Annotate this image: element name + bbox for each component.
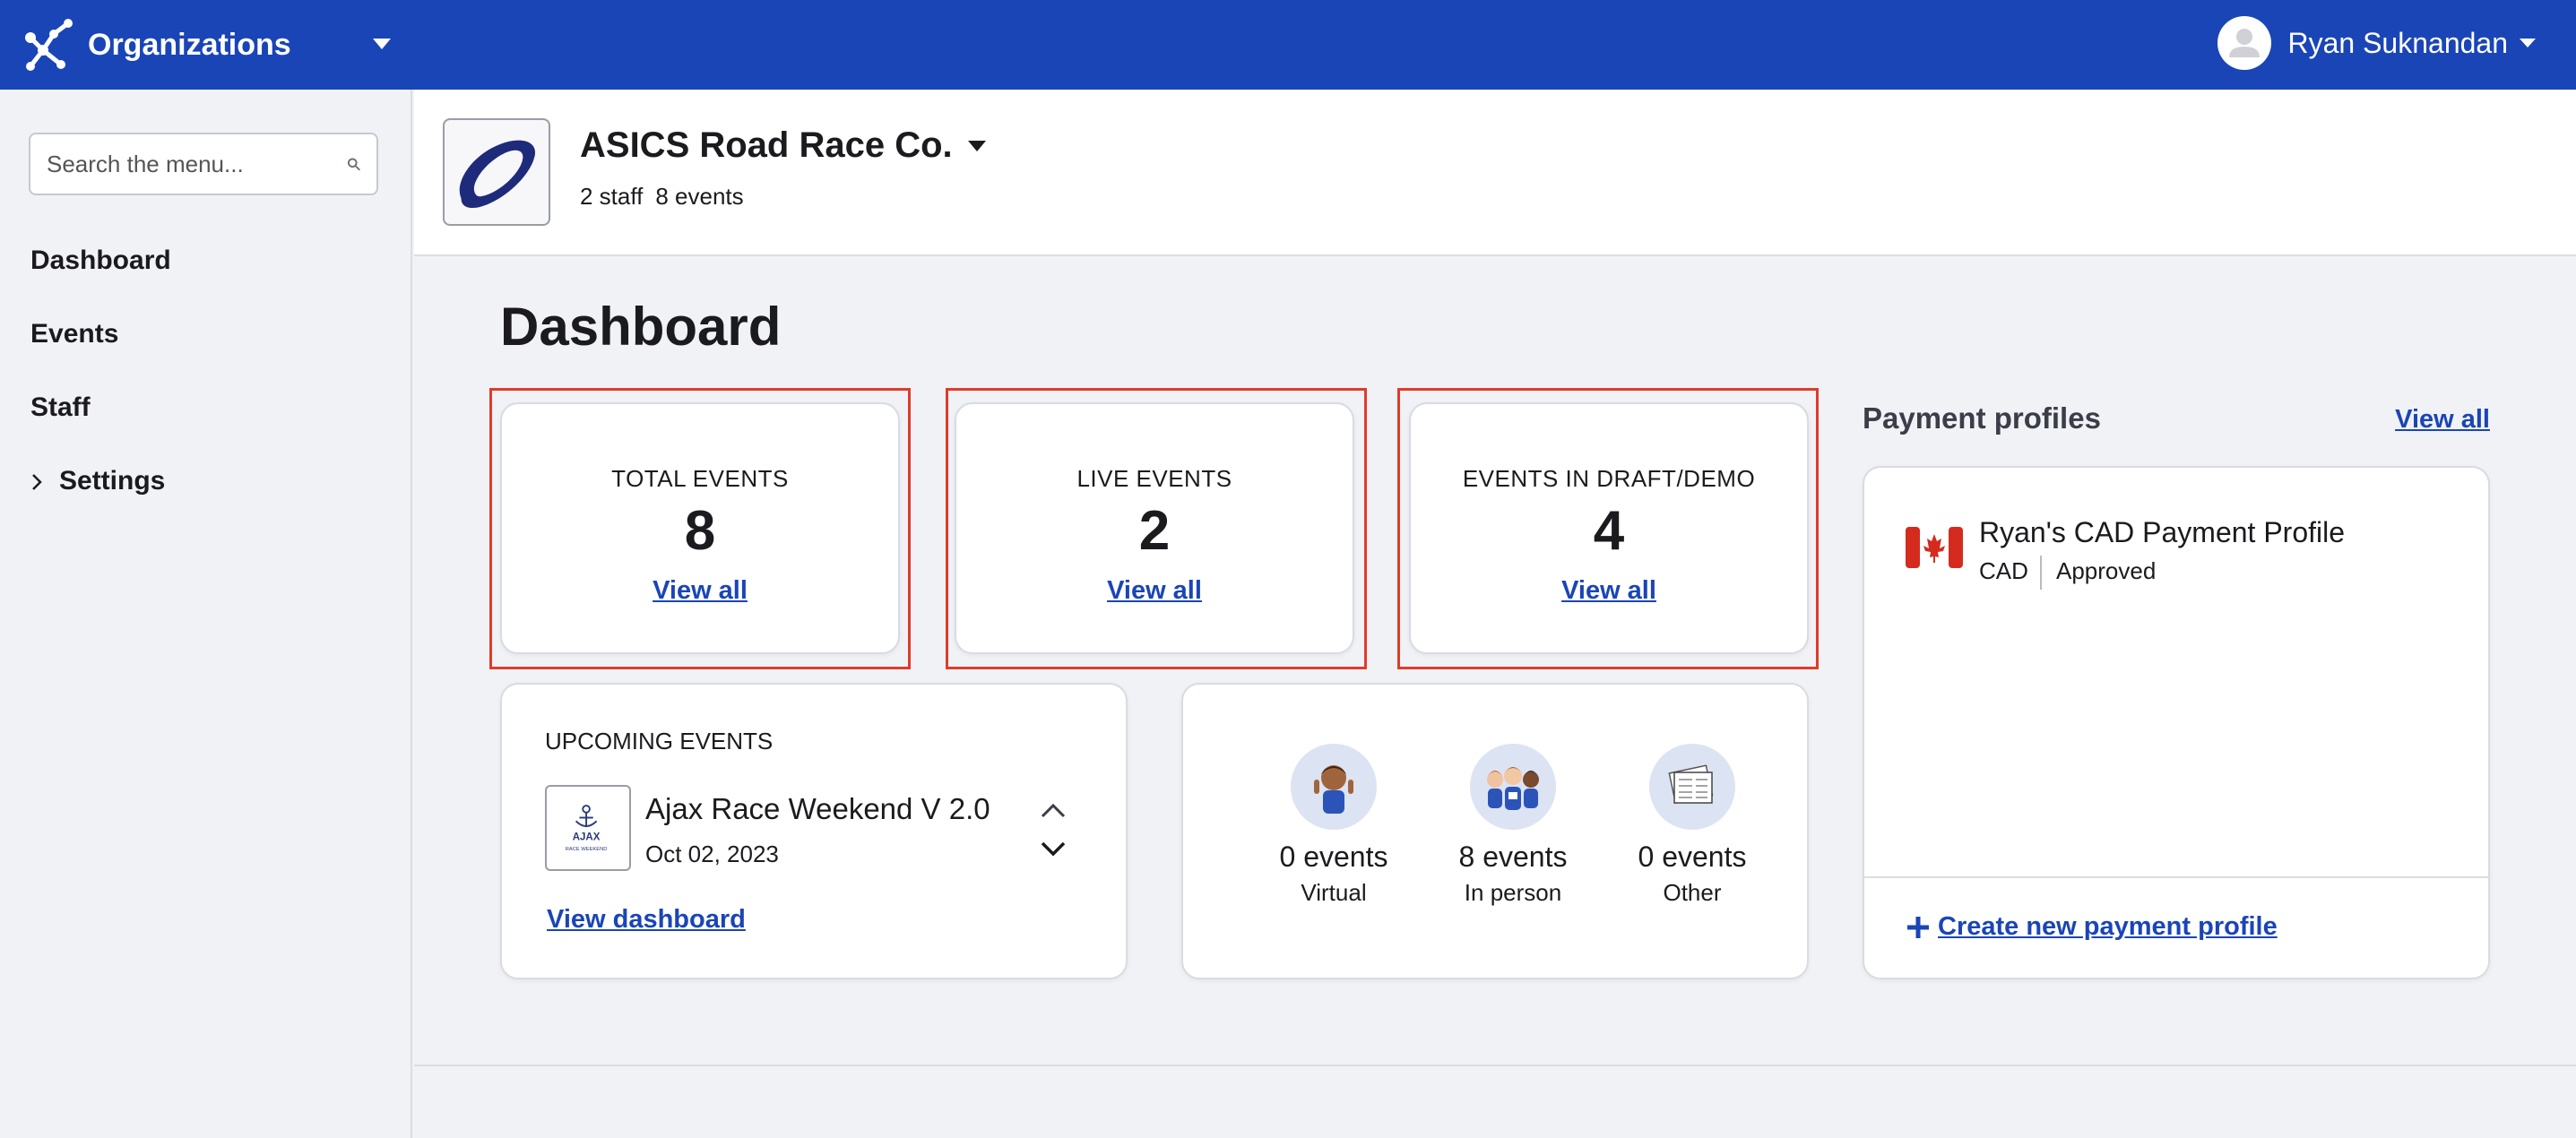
- divider: [2040, 556, 2042, 590]
- event-types-card: 0 events Virtual 8 events In person 0 ev…: [1181, 683, 1809, 979]
- sidebar-item-settings[interactable]: Settings: [30, 462, 171, 536]
- event-logo-subtext: RACE WEEKEND: [566, 847, 608, 852]
- staff-count: 2 staff: [580, 183, 644, 210]
- sidebar-item-staff[interactable]: Staff: [30, 389, 171, 462]
- chevron-up-icon[interactable]: [1040, 801, 1067, 819]
- draft-events-card: EVENTS IN DRAFT/DEMO 4 View all: [1409, 402, 1809, 654]
- sidebar-item-events[interactable]: Events: [30, 315, 171, 389]
- user-menu[interactable]: Ryan Suknandan: [2217, 14, 2537, 72]
- upcoming-events-label: UPCOMING EVENTS: [545, 728, 774, 754]
- divider: [1864, 876, 2488, 878]
- upcoming-events-card: UPCOMING EVENTS AJAX RACE WEEKEND Ajax R…: [500, 683, 1128, 979]
- stat-label: LIVE EVENTS: [1076, 465, 1232, 492]
- page-title: Dashboard: [500, 297, 782, 357]
- sidebar-item-label: Dashboard: [30, 246, 171, 275]
- sidebar-item-label: Settings: [59, 466, 166, 496]
- stat-value: 2: [1138, 500, 1171, 562]
- category-virtual: 0 events Virtual: [1253, 744, 1414, 907]
- menu-search-box: [29, 133, 378, 195]
- user-avatar-icon: [2217, 16, 2272, 70]
- event-date: Oct 02, 2023: [645, 841, 779, 867]
- sidebar: Dashboard Events Staff Settings: [0, 90, 412, 1138]
- create-payment-profile-label: Create new payment profile: [1938, 912, 2278, 941]
- event-logo: AJAX RACE WEEKEND: [545, 785, 631, 871]
- runner-waving-icon: [1291, 744, 1377, 830]
- stat-label: TOTAL EVENTS: [611, 465, 789, 492]
- category-label: Other: [1663, 879, 1722, 906]
- organization-switcher[interactable]: ASICS Road Race Co.: [580, 125, 987, 166]
- user-name: Ryan Suknandan: [2287, 26, 2508, 59]
- sidebar-item-dashboard[interactable]: Dashboard: [30, 242, 171, 315]
- search-icon[interactable]: [347, 153, 360, 175]
- stat-label: EVENTS IN DRAFT/DEMO: [1462, 465, 1756, 492]
- payment-profile-name: Ryan's CAD Payment Profile: [1979, 516, 2346, 548]
- top-navigation-bar: Organizations Ryan Suknandan: [0, 0, 2576, 90]
- view-all-payment-profiles-link[interactable]: View all: [2395, 405, 2490, 435]
- payment-profile-currency: CAD: [1979, 557, 2028, 584]
- events-count: 8 events: [655, 183, 744, 210]
- category-in-person: 8 events In person: [1432, 744, 1594, 907]
- category-count: 8 events: [1458, 841, 1568, 873]
- menu-search-input[interactable]: [47, 150, 347, 178]
- organizations-menu[interactable]: Organizations: [23, 16, 291, 73]
- create-payment-profile-link[interactable]: Create new payment profile: [1906, 912, 2278, 942]
- view-dashboard-link[interactable]: View dashboard: [547, 905, 746, 935]
- payment-profiles-title: Payment profiles: [1863, 401, 2101, 435]
- stat-value: 8: [684, 500, 716, 562]
- organizations-title: Organizations: [88, 27, 291, 62]
- live-events-card: LIVE EVENTS 2 View all: [955, 402, 1354, 654]
- network-logo-icon: [25, 19, 73, 71]
- sidebar-item-label: Staff: [30, 392, 91, 422]
- category-label: Virtual: [1301, 879, 1367, 906]
- view-all-live-events-link[interactable]: View all: [956, 576, 1353, 606]
- payment-profile-status: Approved: [2056, 557, 2157, 584]
- organization-header: ASICS Road Race Co. 2 staff 8 events: [414, 90, 2576, 256]
- chevron-right-icon: [32, 474, 42, 490]
- total-events-card: TOTAL EVENTS 8 View all: [500, 402, 900, 654]
- organization-name: ASICS Road Race Co.: [580, 125, 953, 165]
- asics-logo-icon: [459, 140, 536, 209]
- organizations-dropdown-icon[interactable]: [371, 36, 393, 52]
- group-runners-icon: [1470, 744, 1556, 830]
- category-count: 0 events: [1279, 841, 1388, 873]
- view-all-total-events-link[interactable]: View all: [502, 576, 898, 606]
- category-count: 0 events: [1638, 841, 1747, 873]
- stat-value: 4: [1593, 500, 1625, 562]
- payment-profiles-card: Ryan's CAD Payment Profile CAD Approved …: [1863, 466, 2490, 979]
- canada-flag-icon: [1906, 527, 1963, 568]
- category-label: In person: [1464, 879, 1562, 906]
- view-all-draft-events-link[interactable]: View all: [1411, 576, 1807, 606]
- caret-down-icon: [967, 140, 986, 151]
- plus-icon: [1907, 916, 1929, 938]
- documents-icon: [1649, 744, 1735, 830]
- sidebar-nav: Dashboard Events Staff Settings: [30, 242, 171, 536]
- event-name: Ajax Race Weekend V 2.0: [645, 792, 990, 825]
- chevron-down-icon: [2520, 39, 2536, 47]
- organization-logo: [443, 118, 550, 226]
- category-other: 0 events Other: [1612, 744, 1773, 907]
- chevron-down-icon[interactable]: [1040, 841, 1067, 858]
- organization-meta: 2 staff 8 events: [580, 183, 744, 211]
- sidebar-item-label: Events: [30, 319, 119, 349]
- footer-divider: [414, 1065, 2576, 1066]
- event-logo-text: AJAX: [573, 832, 601, 842]
